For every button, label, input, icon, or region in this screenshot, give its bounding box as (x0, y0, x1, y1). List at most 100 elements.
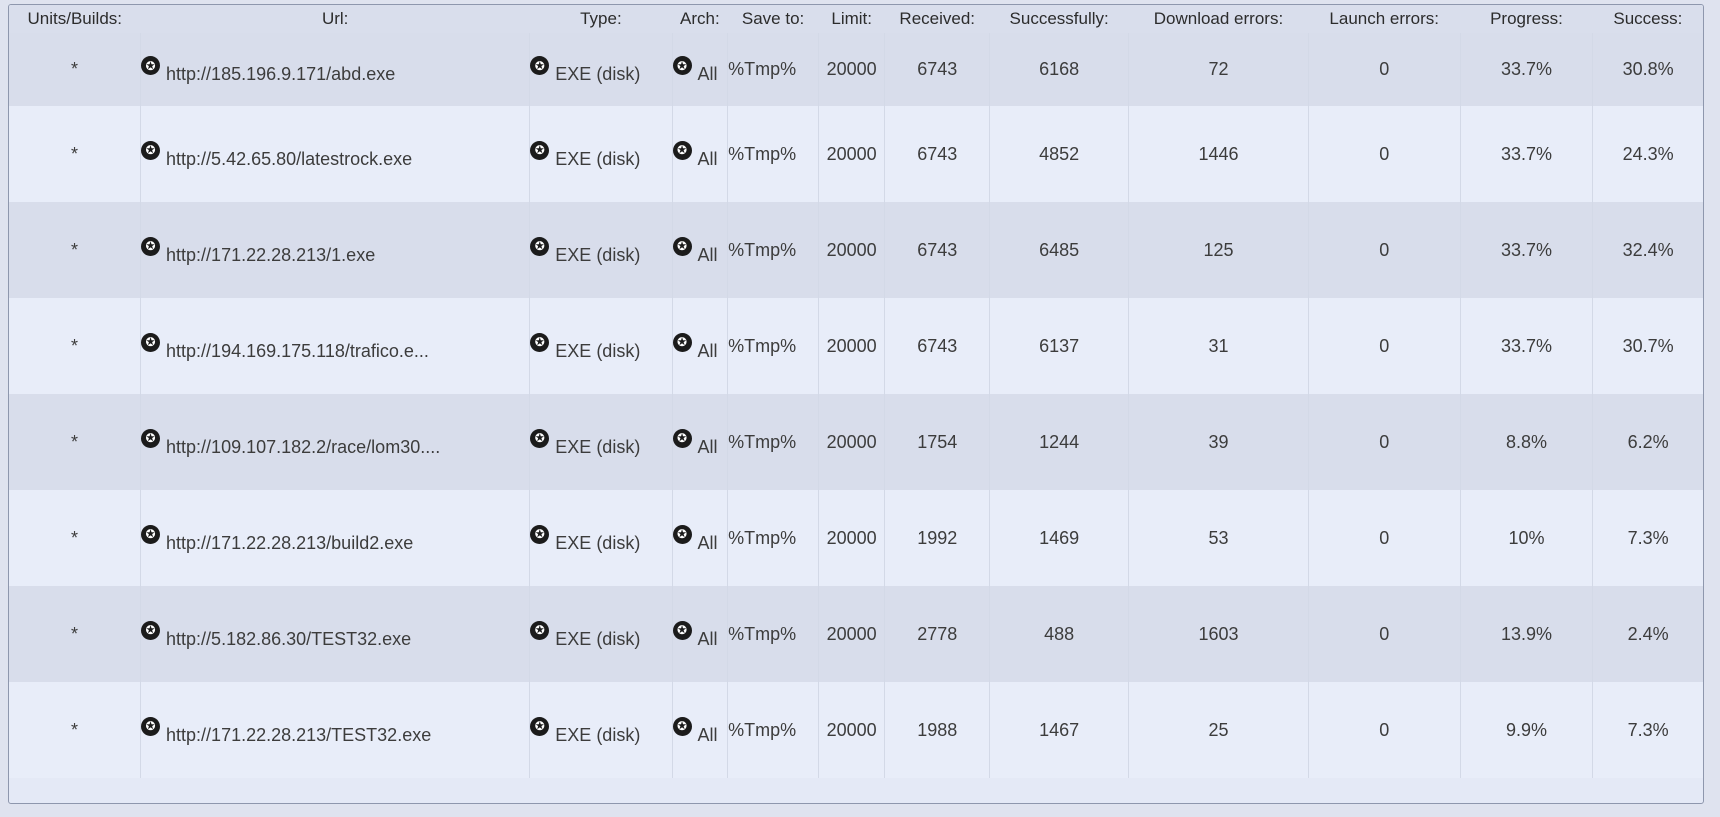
star-circle-icon[interactable]: ✪ (530, 620, 550, 640)
arch-cell-text: All (697, 64, 718, 85)
arch-cell-content: ✪ All (672, 332, 718, 362)
arch-cell: ✪ All (672, 682, 729, 778)
table-row[interactable]: * ✪ http://5.182.86.30/TEST32.exe ✪ EXE (dis… (9, 586, 1703, 682)
star-circle-icon[interactable]: ✪ (141, 140, 161, 160)
url-cell-text: http://109.107.182.2/race/lom30.... (166, 436, 441, 457)
arch-cell: ✪ All (672, 33, 729, 106)
url-cell-text: http://171.22.28.213/1.exe (166, 244, 376, 265)
star-circle-icon[interactable]: ✪ (672, 620, 692, 640)
download-errors-cell: 72 (1128, 33, 1309, 106)
arch-cell: ✪ All (672, 298, 729, 394)
arch-cell-text: All (697, 628, 718, 649)
star-circle-icon[interactable]: ✪ (530, 332, 550, 352)
successfully-cell: 6137 (989, 298, 1130, 394)
type-cell-text: EXE (disk) (555, 340, 641, 361)
star-circle-icon[interactable]: ✪ (672, 428, 692, 448)
table-row[interactable]: * ✪ http://171.22.28.213/TEST32.exe ✪ EXE (d… (9, 682, 1703, 778)
arch-cell-content: ✪ All (672, 140, 718, 170)
col-successfully-header[interactable]: Successfully: (989, 5, 1129, 33)
units-cell: * (9, 586, 142, 682)
limit-cell: 20000 (818, 490, 886, 586)
url-cell: ✪ http://171.22.28.213/1.exe (140, 202, 531, 298)
table-row[interactable]: * ✪ http://171.22.28.213/1.exe ✪ EXE (disk) ✪… (9, 202, 1703, 298)
table-row[interactable]: * ✪ http://109.107.182.2/race/lom30.... ✪ EX… (9, 394, 1703, 490)
star-circle-icon[interactable]: ✪ (141, 524, 161, 544)
download-errors-cell: 25 (1128, 682, 1309, 778)
url-cell-content: ✪ http://185.196.9.171/abd.exe (141, 56, 395, 85)
arch-cell: ✪ All (672, 202, 729, 298)
arch-cell-content: ✪ All (672, 716, 718, 746)
star-circle-icon[interactable]: ✪ (672, 56, 692, 76)
received-cell: 2778 (884, 586, 991, 682)
type-cell-content: ✪ EXE (disk) (530, 236, 640, 266)
col-launch-errors-header[interactable]: Launch errors: (1308, 5, 1461, 33)
col-units-header[interactable]: Units/Builds: (9, 5, 141, 33)
star-circle-icon[interactable]: ✪ (530, 716, 550, 736)
arch-cell-text: All (697, 532, 718, 553)
col-progress-header[interactable]: Progress: (1460, 5, 1593, 33)
success-cell: 2.4% (1592, 586, 1703, 682)
star-circle-icon[interactable]: ✪ (530, 428, 550, 448)
col-url-header[interactable]: Url: (140, 5, 530, 33)
type-cell: ✪ EXE (disk) (529, 298, 673, 394)
col-limit-header[interactable]: Limit: (818, 5, 885, 33)
type-cell-content: ✪ EXE (disk) (530, 332, 641, 362)
download-errors-cell: 39 (1128, 394, 1309, 490)
star-circle-icon[interactable]: ✪ (672, 332, 692, 352)
units-cell: * (9, 394, 142, 490)
successfully-cell: 1467 (989, 682, 1130, 778)
star-circle-icon[interactable]: ✪ (141, 620, 161, 640)
star-circle-icon[interactable]: ✪ (141, 428, 161, 448)
col-received-header[interactable]: Received: (884, 5, 990, 33)
arch-cell-content: ✪ All (672, 236, 718, 266)
star-circle-icon[interactable]: ✪ (530, 140, 550, 160)
table-row[interactable]: * ✪ http://171.22.28.213/build2.exe ✪ EXE (d… (9, 490, 1703, 586)
star-circle-icon[interactable]: ✪ (530, 524, 550, 544)
col-arch-header[interactable]: Arch: (672, 5, 728, 33)
type-cell: ✪ EXE (disk) (529, 106, 673, 202)
type-cell: ✪ EXE (disk) (529, 490, 673, 586)
type-cell-content: ✪ EXE (disk) (530, 140, 640, 170)
download-errors-cell: 1603 (1128, 586, 1309, 682)
received-cell: 1754 (884, 394, 991, 490)
star-circle-icon[interactable]: ✪ (530, 236, 550, 256)
table-body: * ✪ http://185.196.9.171/abd.exe ✪ EXE (disk… (9, 33, 1703, 778)
progress-cell: 33.7% (1460, 106, 1594, 202)
col-download-errors-header[interactable]: Download errors: (1128, 5, 1309, 33)
arch-cell: ✪ All (672, 394, 729, 490)
star-circle-icon[interactable]: ✪ (141, 716, 161, 736)
table-row[interactable]: * ✪ http://5.42.65.80/latestrock.exe ✪ EXE (… (9, 106, 1703, 202)
star-circle-icon[interactable]: ✪ (672, 140, 692, 160)
type-cell-content: ✪ EXE (disk) (530, 620, 640, 650)
arch-cell-text: All (697, 148, 718, 169)
type-cell-text: EXE (disk) (555, 64, 641, 85)
table-row[interactable]: * ✪ http://185.196.9.171/abd.exe ✪ EXE (disk… (9, 33, 1703, 106)
type-cell-content: ✪ EXE (disk) (530, 428, 641, 458)
successfully-cell: 488 (989, 586, 1130, 682)
table-row[interactable]: * ✪ http://194.169.175.118/trafico.e... ✪ EX… (9, 298, 1703, 394)
star-circle-icon[interactable]: ✪ (672, 716, 692, 736)
progress-cell: 8.8% (1460, 394, 1594, 490)
save-to-cell: %Tmp% (727, 490, 820, 586)
successfully-cell: 1244 (989, 394, 1130, 490)
download-errors-cell: 1446 (1128, 106, 1309, 202)
url-cell: ✪ http://109.107.182.2/race/lom30.... (140, 394, 531, 490)
type-cell-text: EXE (disk) (555, 436, 641, 457)
col-success-header[interactable]: Success: (1592, 5, 1703, 33)
star-circle-icon[interactable]: ✪ (672, 236, 692, 256)
progress-cell: 33.7% (1460, 202, 1594, 298)
star-circle-icon[interactable]: ✪ (141, 56, 161, 76)
star-circle-icon[interactable]: ✪ (530, 56, 550, 76)
units-cell: * (9, 33, 142, 106)
type-cell: ✪ EXE (disk) (529, 586, 673, 682)
col-save-to-header[interactable]: Save to: (727, 5, 819, 33)
star-circle-icon[interactable]: ✪ (141, 236, 161, 256)
star-circle-icon[interactable]: ✪ (141, 332, 161, 352)
arch-cell-text: All (697, 436, 718, 457)
table-header-row: Units/Builds: Url: Type: Arch: Save to: … (9, 5, 1703, 33)
url-cell-text: http://171.22.28.213/TEST32.exe (166, 724, 432, 745)
units-cell: * (9, 682, 142, 778)
star-circle-icon[interactable]: ✪ (672, 524, 692, 544)
col-type-header[interactable]: Type: (529, 5, 673, 33)
tasks-panel: Units/Builds: Url: Type: Arch: Save to: … (8, 4, 1704, 804)
